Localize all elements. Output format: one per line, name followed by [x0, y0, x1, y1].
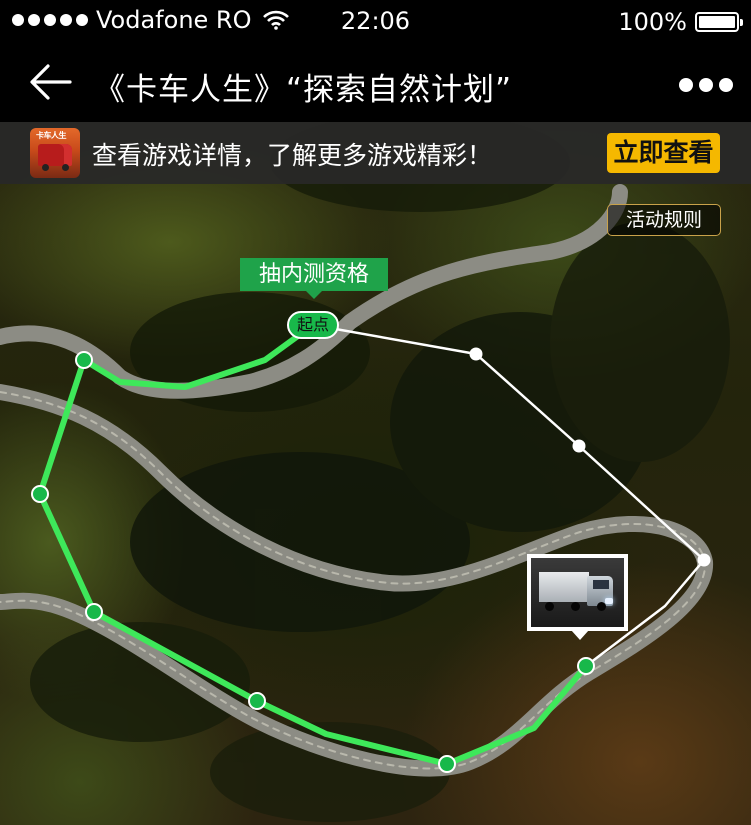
more-dot-icon — [699, 78, 713, 92]
checkpoint-marker[interactable] — [469, 347, 483, 361]
checkpoint-marker[interactable] — [438, 755, 456, 773]
checkpoint-marker[interactable] — [248, 692, 266, 710]
more-dot-icon — [719, 78, 733, 92]
status-bar: Vodafone RO 22:06 100% — [0, 0, 751, 40]
lottery-beta-tag[interactable]: 抽内测资格 — [240, 258, 388, 299]
promo-text: 查看游戏详情，了解更多游戏精彩！ — [92, 141, 493, 170]
current-position-truck-marker[interactable] — [527, 554, 628, 640]
battery-icon — [695, 12, 743, 32]
route-map: 活动规则 抽内测资格 起点 — [0, 122, 751, 825]
start-point-marker[interactable]: 起点 — [287, 311, 339, 339]
more-dot-icon — [679, 78, 693, 92]
battery-percent: 100% — [618, 8, 687, 36]
battery-indicator: 100% — [618, 8, 743, 36]
checkpoint-marker[interactable] — [577, 657, 595, 675]
checkpoint-marker[interactable] — [75, 351, 93, 369]
checkpoint-marker[interactable] — [31, 485, 49, 503]
truck-image — [531, 558, 624, 627]
truck-icon — [38, 144, 72, 166]
back-arrow-icon[interactable] — [28, 62, 74, 102]
view-now-button[interactable]: 立即查看 — [607, 133, 720, 173]
checkpoint-marker[interactable] — [572, 439, 586, 453]
game-promo-banner: 卡车人生 查看游戏详情，了解更多游戏精彩！ 立即查看 — [0, 122, 751, 184]
checkpoint-marker[interactable] — [697, 553, 711, 567]
activity-rules-button[interactable]: 活动规则 — [607, 204, 721, 236]
page-title: 《卡车人生》“探索自然计划” — [94, 72, 513, 108]
more-options-button[interactable] — [679, 78, 733, 92]
game-icon-label: 卡车人生 — [36, 131, 67, 140]
game-app-icon[interactable]: 卡车人生 — [30, 128, 80, 178]
nav-bar: 《卡车人生》“探索自然计划” — [0, 40, 751, 122]
checkpoint-marker[interactable] — [85, 603, 103, 621]
